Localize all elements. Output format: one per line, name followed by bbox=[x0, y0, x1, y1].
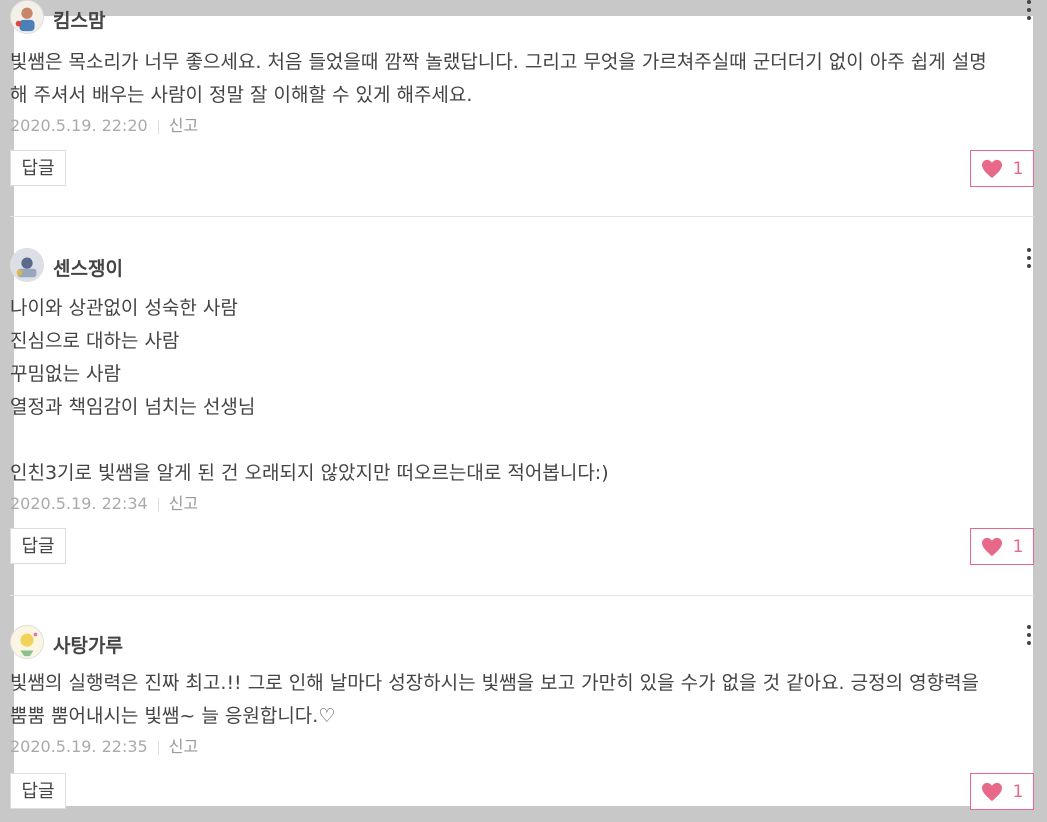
reply-button[interactable]: 답글 bbox=[10, 528, 66, 564]
comment-item: 센스쟁이 나이와 상관없이 성숙한 사람 진심으로 대하는 사람 꾸밈없는 사람… bbox=[10, 248, 1034, 568]
comment-timestamp: 2020.5.19. 22:34 bbox=[10, 494, 148, 513]
like-button[interactable]: 1 bbox=[970, 528, 1034, 565]
more-options-icon[interactable] bbox=[1026, 625, 1032, 645]
comment-meta: 2020.5.19. 22:34 신고 bbox=[10, 490, 1034, 518]
report-link[interactable]: 신고 bbox=[169, 116, 198, 135]
report-link[interactable]: 신고 bbox=[169, 737, 198, 756]
more-options-icon[interactable] bbox=[1026, 0, 1032, 20]
comment-divider bbox=[10, 216, 1034, 217]
comment-text: 나이와 상관없이 성숙한 사람 진심으로 대하는 사람 꾸밈없는 사람 열정과 … bbox=[10, 297, 609, 484]
reply-button[interactable]: 답글 bbox=[10, 773, 66, 809]
comment-timestamp: 2020.5.19. 22:20 bbox=[10, 116, 148, 135]
comment-header: 킴스맘 bbox=[10, 0, 1034, 36]
comment-actions: 답글 1 bbox=[10, 528, 1034, 568]
comment-item: 사탕가루 빛쌤의 실행력은 진짜 최고.!! 그로 인해 날마다 성장하시는 빛… bbox=[10, 625, 1034, 813]
username[interactable]: 센스쟁이 bbox=[53, 254, 123, 281]
comment-actions: 답글 1 bbox=[10, 150, 1034, 190]
comment-divider bbox=[10, 595, 1034, 596]
comment-text: 빛쌤의 실행력은 진짜 최고.!! 그로 인해 날마다 성장하시는 빛쌤을 보고… bbox=[10, 672, 980, 727]
comment-timestamp: 2020.5.19. 22:35 bbox=[10, 737, 148, 756]
user-avatar-icon[interactable] bbox=[10, 625, 44, 659]
meta-divider bbox=[157, 740, 159, 755]
more-options-icon[interactable] bbox=[1026, 248, 1032, 268]
comment-meta: 2020.5.19. 22:35 신고 bbox=[10, 733, 1034, 761]
like-count: 1 bbox=[1012, 781, 1024, 802]
like-count: 1 bbox=[1012, 158, 1024, 179]
like-button[interactable]: 1 bbox=[970, 773, 1034, 810]
heart-icon bbox=[981, 537, 1002, 556]
meta-divider bbox=[157, 119, 159, 134]
username[interactable]: 사탕가루 bbox=[53, 631, 123, 658]
comment-actions: 답글 1 bbox=[10, 773, 1034, 813]
report-link[interactable]: 신고 bbox=[169, 494, 198, 513]
heart-icon bbox=[981, 159, 1002, 178]
comment-meta: 2020.5.19. 22:20 신고 bbox=[10, 112, 1034, 140]
comment-item: 킴스맘 빛쌤은 목소리가 너무 좋으세요. 처음 들었을때 깜짝 놀랬답니다. … bbox=[10, 0, 1034, 190]
like-button[interactable]: 1 bbox=[970, 150, 1034, 187]
meta-divider bbox=[157, 497, 159, 512]
user-avatar-icon[interactable] bbox=[10, 248, 44, 282]
comment-header: 사탕가루 bbox=[10, 625, 1034, 661]
username[interactable]: 킴스맘 bbox=[53, 6, 105, 33]
user-avatar-icon[interactable] bbox=[10, 0, 44, 34]
heart-icon bbox=[981, 782, 1002, 801]
reply-button[interactable]: 답글 bbox=[10, 150, 66, 186]
like-count: 1 bbox=[1012, 536, 1024, 557]
comment-text: 빛쌤은 목소리가 너무 좋으세요. 처음 들었을때 깜짝 놀랬답니다. 그리고 … bbox=[10, 51, 987, 106]
comment-header: 센스쟁이 bbox=[10, 248, 1034, 284]
